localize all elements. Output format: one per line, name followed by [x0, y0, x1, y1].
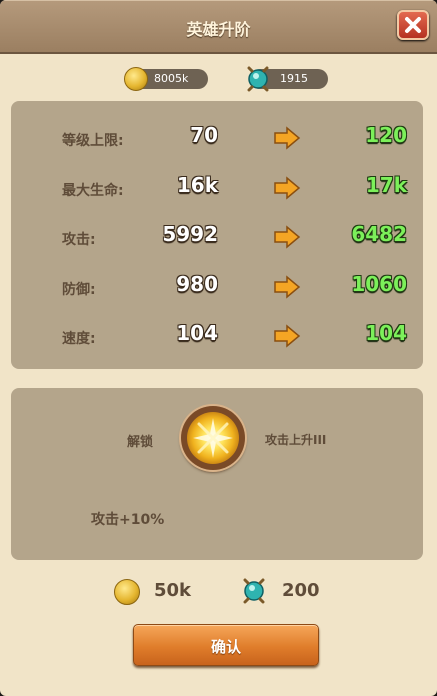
skill-burst-icon: [187, 412, 239, 464]
stat-current: 104: [176, 321, 218, 345]
unlock-label: 解锁: [127, 435, 154, 450]
stat-label: 最大生命:: [62, 183, 124, 199]
stat-current: 70: [190, 123, 218, 147]
stat-label: 防御:: [62, 282, 96, 298]
panel-title: 英雄升阶: [186, 20, 251, 39]
stat-current: 980: [176, 272, 218, 296]
gold-balance-value: 8005k: [154, 72, 189, 85]
stat-row-level-cap: 等级上限: 70 120: [11, 123, 423, 153]
gem-icon: [243, 578, 265, 604]
gold-balance: 8005k: [124, 67, 208, 91]
close-icon: [405, 17, 421, 33]
stat-row-attack: 攻击: 5992 6482: [11, 222, 423, 252]
stat-row-defense: 防御: 980 1060: [11, 272, 423, 302]
stat-label: 速度:: [62, 331, 96, 347]
gem-balance: 1915: [247, 66, 328, 92]
stat-next: 6482: [351, 222, 407, 246]
stat-row-speed: 速度: 104 104: [11, 321, 423, 351]
skill-description: 攻击+10%: [91, 512, 165, 528]
upgrade-panel: 英雄升阶 8005k 1915 等级上限: 70 120 最大生命: 16k 1…: [0, 0, 437, 696]
arrow-right-icon: [274, 324, 301, 348]
stat-row-max-hp: 最大生命: 16k 17k: [11, 173, 423, 203]
stat-label: 攻击:: [62, 232, 96, 248]
confirm-button[interactable]: 确认: [133, 624, 319, 666]
gem-cost-value: 200: [282, 580, 320, 601]
stat-next: 1060: [351, 272, 407, 296]
skill-unlock-box: 解锁 攻击上升III 攻击+10%: [11, 388, 423, 560]
gold-coin-icon: [114, 579, 140, 605]
arrow-right-icon: [274, 176, 301, 200]
close-button[interactable]: [397, 10, 429, 40]
stat-label: 等级上限:: [62, 133, 124, 149]
stat-next: 104: [365, 321, 407, 345]
arrow-right-icon: [274, 225, 301, 249]
gem-balance-value: 1915: [280, 72, 308, 85]
arrow-right-icon: [274, 275, 301, 299]
gold-coin-icon: [124, 67, 148, 91]
gem-cost: 200: [242, 578, 332, 604]
gold-cost-value: 50k: [154, 580, 192, 601]
gold-cost: 50k: [114, 578, 204, 605]
arrow-right-icon: [274, 126, 301, 150]
skill-icon[interactable]: [181, 406, 245, 470]
confirm-label: 确认: [210, 638, 241, 656]
gem-icon: [247, 66, 269, 92]
sparkle-icon: [193, 418, 233, 458]
stats-box: 等级上限: 70 120 最大生命: 16k 17k 攻击: 5992 6482…: [11, 101, 423, 369]
panel-header: 英雄升阶: [0, 0, 437, 54]
skill-name: 攻击上升III: [265, 433, 327, 447]
stat-current: 16k: [176, 173, 218, 197]
stat-current: 5992: [162, 222, 218, 246]
stat-next: 120: [365, 123, 407, 147]
stat-next: 17k: [365, 173, 407, 197]
